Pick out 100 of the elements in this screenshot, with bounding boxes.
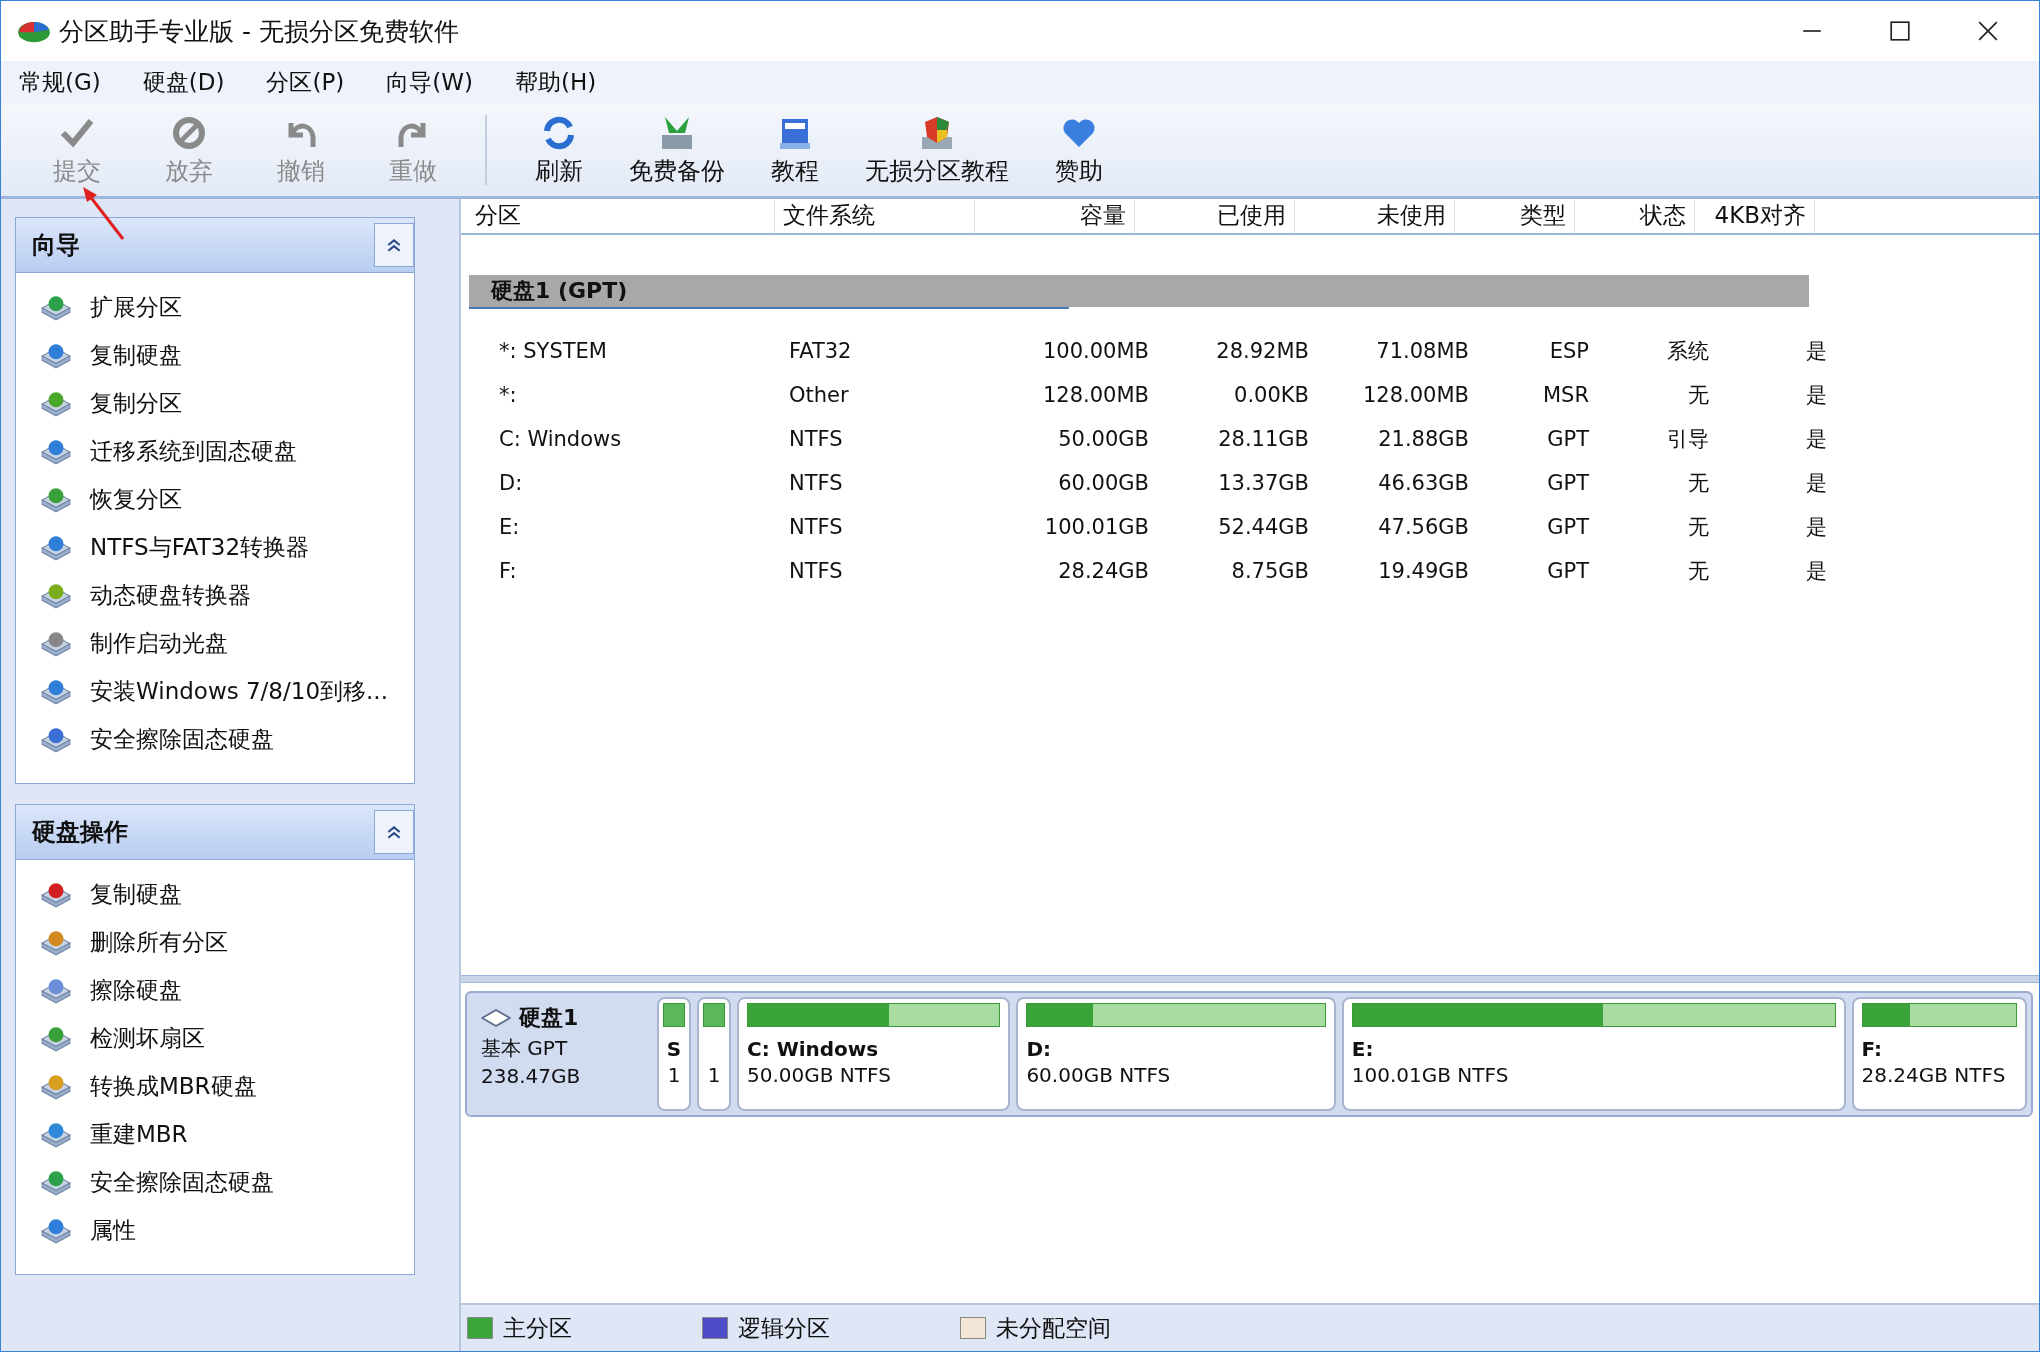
disk-heading: 硬盘1 (GPT) [469,275,1809,307]
table-cell-text: 8.75GB [1230,559,1309,583]
partition-block[interactable]: E: 100.01GB NTFS [1341,997,1846,1111]
disk-size: 238.47GB [481,1064,582,1088]
wizard-item[interactable]: 检测坏扇区 [16,1014,414,1062]
disk-icon [40,533,72,561]
wizard-item[interactable]: 迁移系统到固态硬盘 [16,427,414,475]
partition-label: D: [1026,1037,1052,1061]
disk-icon [40,880,72,908]
wizard-item[interactable]: 重建MBR [16,1110,414,1158]
partition-block[interactable]: F: 28.24GB NTFS [1851,997,2027,1111]
wizard-item[interactable]: 复制硬盘 [16,870,414,918]
disk-icon [40,485,72,513]
menu-item[interactable]: 分区(P) [266,66,345,98]
partition-label: S [666,1037,682,1061]
table-cell-text: 47.56GB [1377,515,1469,539]
disk-icon [40,976,72,1004]
table-cell-text: 是 [1805,514,1827,541]
close-icon[interactable] [1977,20,1999,42]
table-cell-text: 无 [1687,558,1709,585]
partition-detail: 28.24GB NTFS [1861,1063,2007,1087]
column-header[interactable]: 容量 [975,200,1135,233]
menu-item[interactable]: 帮助(H) [515,66,597,98]
wizard-item[interactable]: 动态硬盘转换器 [16,571,414,619]
wizard-item[interactable]: 恢复分区 [16,475,414,523]
wizard-item[interactable]: 复制分区 [16,379,414,427]
disk-icon [40,928,72,956]
partition-label: F: [1861,1037,1884,1061]
table-cell-text: 128.00MB [1042,383,1149,407]
disk-icon [40,1120,72,1148]
wizard-item[interactable]: 复制硬盘 [16,331,414,379]
table-cell-text: 128.00MB [1362,383,1469,407]
wizard-item[interactable]: 删除所有分区 [16,918,414,966]
disk-icon [40,629,72,657]
partition-label: E: [1351,1037,1375,1061]
disk-icon [40,293,72,321]
usage-bar [703,1003,725,1027]
wizard-item[interactable]: 安装Windows 7/8/10到移... [16,667,414,715]
maximize-icon[interactable] [1889,20,1911,42]
toolbar-button[interactable]: 刷新 [503,108,615,191]
wizard-item[interactable]: 转换成MBR硬盘 [16,1062,414,1110]
table-cell-text: ESP [1548,339,1589,363]
table-cell-text: GPT [1546,515,1589,539]
disk-icon [40,725,72,753]
table-cell-text: 引导 [1666,426,1709,453]
disk-icon [40,389,72,417]
partition-detail: 100.01GB NTFS [1351,1063,1510,1087]
collapse-button[interactable] [374,810,414,854]
wizard-item[interactable]: 安全擦除固态硬盘 [16,1158,414,1206]
partition-block[interactable]: 1 [697,997,731,1111]
table-cell-text: 21.88GB [1377,427,1469,451]
partition-label: C: Windows [747,1037,880,1061]
partition-block[interactable]: D: 60.00GB NTFS [1016,997,1336,1111]
wizard-item[interactable]: 安全擦除固态硬盘 [16,715,414,763]
table-cell-text: 71.08MB [1375,339,1469,363]
menu-item[interactable]: 硬盘(D) [142,66,225,98]
menu-item[interactable]: 常规(G) [19,66,101,98]
table-cell-text: NTFS [789,427,844,451]
table-cell-text: 28.11GB [1217,427,1309,451]
disk-icon [40,437,72,465]
table-cell-text: C: Windows [499,427,623,451]
column-header[interactable]: 类型 [1455,200,1575,233]
column-header[interactable]: 未使用 [1295,200,1455,233]
wizard-item[interactable]: 擦除硬盘 [16,966,414,1014]
partition-block[interactable]: C: Windows 50.00GB NTFS [737,997,1011,1111]
disk-icon [40,1072,72,1100]
wizard-item[interactable]: 制作启动光盘 [16,619,414,667]
disk-icon [40,581,72,609]
disk-icon [40,341,72,369]
table-cell-text: 50.00GB [1057,427,1149,451]
menu-item[interactable]: 向导(W) [386,66,473,98]
wizard-item[interactable]: 扩展分区 [16,283,414,331]
partition-block[interactable]: S 1 [657,997,691,1111]
table-cell-text: 28.92MB [1215,339,1309,363]
column-header[interactable]: 分区 [467,200,775,233]
table-cell-text: 无 [1687,514,1709,541]
toolbar-button[interactable]: 无损分区教程 [851,108,1023,191]
table-cell-text: 是 [1805,426,1827,453]
wizard-item[interactable]: 属性 [16,1206,414,1254]
toolbar-button[interactable]: 赞助 [1023,108,1135,191]
table-cell-text: 是 [1805,382,1827,409]
panel-title: 向导 [31,230,80,261]
table-cell-text: 13.37GB [1217,471,1309,495]
disk-icon [40,1216,72,1244]
disk-type: 基本 GPT [481,1035,569,1062]
usage-bar [663,1003,685,1027]
toolbar-button[interactable]: 教程 [739,108,851,191]
wizard-item[interactable]: NTFS与FAT32转换器 [16,523,414,571]
column-header[interactable]: 已使用 [1135,200,1295,233]
collapse-button[interactable] [374,223,414,267]
toolbar-button[interactable]: 免费备份 [615,108,739,191]
disk-icon [40,677,72,705]
legend-label: 逻辑分区 [738,1313,830,1343]
column-header[interactable]: 状态 [1575,200,1695,233]
chevron-icon [386,825,402,839]
column-header[interactable]: 文件系统 [775,200,975,233]
table-cell-text: GPT [1546,559,1589,583]
column-header[interactable]: 4KB对齐 [1695,200,1815,233]
table-cell-text: NTFS [789,559,844,583]
disk-name: 硬盘1 [519,1004,579,1032]
